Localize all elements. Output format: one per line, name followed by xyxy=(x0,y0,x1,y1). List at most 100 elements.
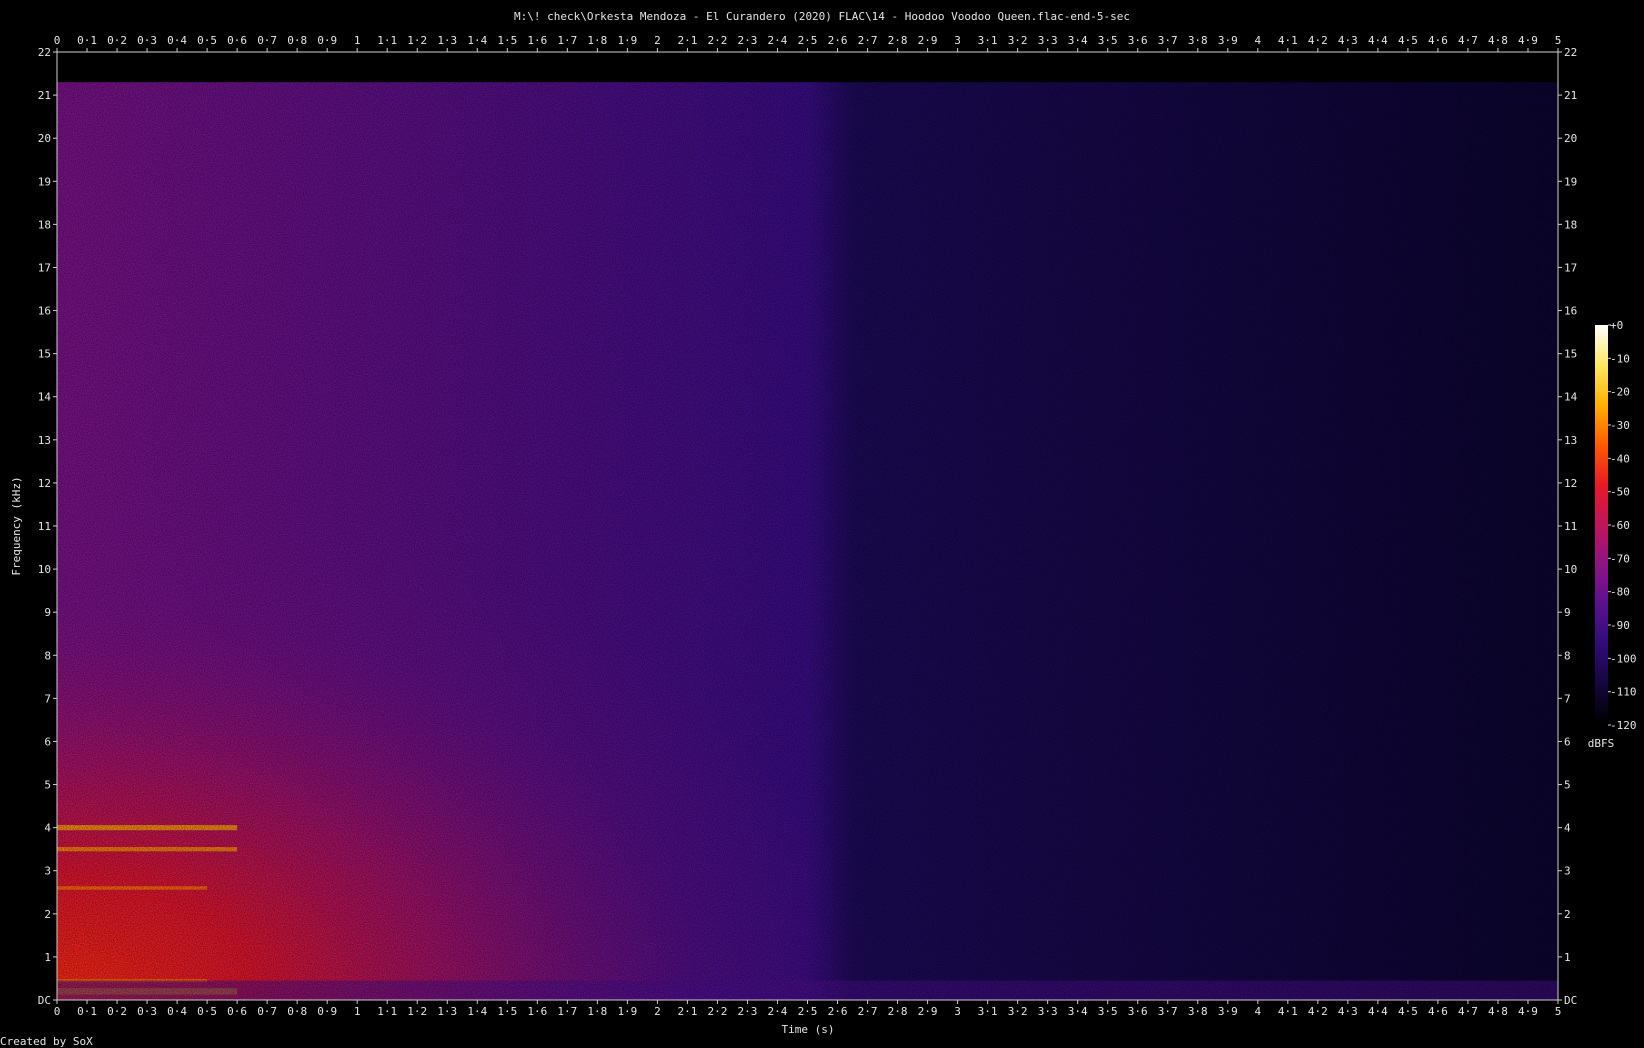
y-tick-label-left: 10 xyxy=(38,563,51,576)
colorbar-tick-label: -70 xyxy=(1610,552,1630,565)
x-tick-label-bottom: 4 xyxy=(1254,1005,1261,1018)
x-tick-label-bottom: 3·8 xyxy=(1188,1005,1208,1018)
x-tick-label-top: 3·1 xyxy=(978,34,998,47)
x-tick-label-top: 4·4 xyxy=(1368,34,1388,47)
y-axis-left: DC12345678910111213141516171819202122 xyxy=(38,46,57,1007)
x-tick-label-top: 3 xyxy=(954,34,961,47)
x-tick-label-bottom: 0·6 xyxy=(227,1005,247,1018)
y-tick-label-left: 15 xyxy=(38,348,51,361)
x-tick-label-bottom: 1·4 xyxy=(467,1005,487,1018)
x-tick-label-top: 0·7 xyxy=(257,34,277,47)
x-tick-label-bottom: 1·5 xyxy=(497,1005,517,1018)
x-tick-label-bottom: 0·5 xyxy=(197,1005,217,1018)
x-tick-label-bottom: 2·1 xyxy=(677,1005,697,1018)
x-tick-label-top: 2·6 xyxy=(828,34,848,47)
x-tick-label-bottom: 2 xyxy=(654,1005,661,1018)
x-tick-label-bottom: 5 xyxy=(1555,1005,1562,1018)
y-tick-label-left: 11 xyxy=(38,520,51,533)
y-tick-label-right: 5 xyxy=(1564,779,1571,792)
x-tick-label-top: 3·3 xyxy=(1038,34,1058,47)
y-tick-label-right: 15 xyxy=(1564,348,1577,361)
x-tick-label-top: 0·5 xyxy=(197,34,217,47)
y-tick-label-right: 22 xyxy=(1564,46,1577,59)
x-axis-label: Time (s) xyxy=(782,1023,835,1036)
x-tick-label-bottom: 0·9 xyxy=(317,1005,337,1018)
x-tick-label-top: 4·7 xyxy=(1458,34,1478,47)
x-tick-label-top: 4·6 xyxy=(1428,34,1448,47)
colorbar-tick-label: -30 xyxy=(1610,419,1630,432)
x-tick-label-bottom: 3·9 xyxy=(1218,1005,1238,1018)
x-tick-label-bottom: 4·3 xyxy=(1338,1005,1358,1018)
x-tick-label-top: 1·5 xyxy=(497,34,517,47)
y-tick-label-left: 1 xyxy=(44,951,51,964)
y-tick-label-right: 11 xyxy=(1564,520,1577,533)
y-tick-label-right: 14 xyxy=(1564,391,1578,404)
x-tick-label-top: 4·5 xyxy=(1398,34,1418,47)
y-tick-label-left: 14 xyxy=(38,391,52,404)
x-tick-label-top: 2 xyxy=(654,34,661,47)
y-tick-label-right: 12 xyxy=(1564,477,1577,490)
x-tick-label-bottom: 4·5 xyxy=(1398,1005,1418,1018)
x-tick-label-bottom: 1·3 xyxy=(437,1005,457,1018)
x-tick-label-bottom: 4·4 xyxy=(1368,1005,1388,1018)
x-tick-label-bottom: 2·5 xyxy=(798,1005,818,1018)
x-tick-label-bottom: 1 xyxy=(354,1005,361,1018)
x-tick-label-top: 4·9 xyxy=(1518,34,1538,47)
x-tick-label-top: 0 xyxy=(54,34,61,47)
x-tick-label-top: 0·4 xyxy=(167,34,187,47)
y-tick-label-right: 17 xyxy=(1564,261,1577,274)
x-tick-label-bottom: 3 xyxy=(954,1005,961,1018)
y-tick-label-right: 19 xyxy=(1564,175,1577,188)
x-tick-label-bottom: 3·7 xyxy=(1158,1005,1178,1018)
y-tick-label-right: DC xyxy=(1564,994,1577,1007)
x-tick-label-bottom: 0·1 xyxy=(77,1005,97,1018)
colorbar-tick-label: -110 xyxy=(1610,686,1637,699)
colorbar-gradient xyxy=(1595,325,1608,725)
y-tick-label-left: 20 xyxy=(38,132,51,145)
colorbar: +0 -10 -20 -30 -40 -50 -60 -70 -80 -90 -100 -110 -12… xyxy=(1595,319,1637,732)
colorbar-tick-label: -50 xyxy=(1610,486,1630,499)
x-tick-label-top: 4·3 xyxy=(1338,34,1358,47)
x-tick-label-bottom: 2·4 xyxy=(768,1005,788,1018)
x-tick-label-bottom: 1·1 xyxy=(377,1005,397,1018)
x-tick-label-bottom: 2·8 xyxy=(888,1005,908,1018)
x-tick-label-top: 2·1 xyxy=(677,34,697,47)
y-tick-label-left: 22 xyxy=(38,46,51,59)
x-tick-label-top: 1·3 xyxy=(437,34,457,47)
x-tick-label-top: 3·7 xyxy=(1158,34,1178,47)
x-tick-label-top: 5 xyxy=(1555,34,1562,47)
colorbar-tick-label: -10 xyxy=(1610,352,1630,365)
y-tick-label-right: 16 xyxy=(1564,305,1577,318)
x-tick-label-top: 0·2 xyxy=(107,34,127,47)
x-tick-label-bottom: 0·4 xyxy=(167,1005,187,1018)
y-tick-label-left: 8 xyxy=(44,649,51,662)
x-tick-label-top: 2·4 xyxy=(768,34,788,47)
colorbar-tick-label: -20 xyxy=(1610,386,1630,399)
x-tick-label-top: 1·1 xyxy=(377,34,397,47)
x-tick-label-bottom: 3·1 xyxy=(978,1005,998,1018)
x-tick-label-top: 4·8 xyxy=(1488,34,1508,47)
colorbar-tick-label: -100 xyxy=(1610,652,1637,665)
x-tick-label-top: 1·8 xyxy=(587,34,607,47)
y-tick-label-right: 21 xyxy=(1564,89,1577,102)
x-tick-label-top: 4 xyxy=(1254,34,1261,47)
y-tick-label-left: 18 xyxy=(38,218,51,231)
y-tick-label-left: DC xyxy=(38,994,51,1007)
y-tick-label-right: 3 xyxy=(1564,865,1571,878)
x-axis-bottom: 0 0·1 0·2 0·3 0·4 0·5 0·6 0·7 0·8 0·9 1 1·1 1·2 1·3 1·… xyxy=(54,1000,1562,1018)
x-tick-label-bottom: 1·2 xyxy=(407,1005,427,1018)
x-tick-label-bottom: 0·3 xyxy=(137,1005,157,1018)
x-tick-label-bottom: 4·9 xyxy=(1518,1005,1538,1018)
y-tick-label-left: 13 xyxy=(38,434,51,447)
x-tick-label-top: 3·5 xyxy=(1098,34,1118,47)
x-tick-label-bottom: 1·8 xyxy=(587,1005,607,1018)
y-tick-label-right: 13 xyxy=(1564,434,1577,447)
x-tick-label-top: 0·8 xyxy=(287,34,307,47)
y-tick-label-right: 6 xyxy=(1564,735,1571,748)
x-tick-label-bottom: 2·6 xyxy=(828,1005,848,1018)
x-tick-label-top: 2·3 xyxy=(738,34,758,47)
y-axis-label: Frequency (kHz) xyxy=(10,476,23,575)
x-tick-label-top: 0·1 xyxy=(77,34,97,47)
chart-title: M:\! check\Orkesta Mendoza - El Curander… xyxy=(514,10,1130,23)
x-tick-label-top: 1·4 xyxy=(467,34,487,47)
